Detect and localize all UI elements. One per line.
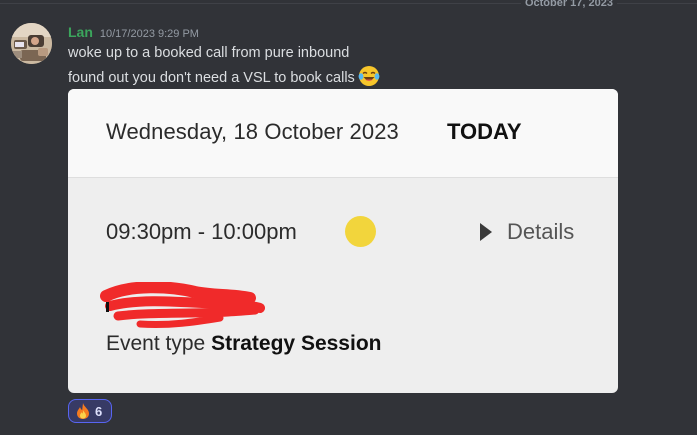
reaction-count: 6 bbox=[95, 403, 103, 419]
event-date: Wednesday, 18 October 2023 bbox=[106, 119, 399, 144]
fire-icon bbox=[77, 403, 89, 419]
play-icon bbox=[480, 223, 492, 241]
event-time-range: 09:30pm - 10:00pm bbox=[106, 219, 297, 244]
today-label: TODAY bbox=[447, 119, 522, 144]
message-text-line-2: found out you don't need a VSL to book c… bbox=[68, 65, 380, 88]
event-type-value: Strategy Session bbox=[211, 332, 382, 355]
date-divider-label: October 17, 2023 bbox=[520, 0, 617, 9]
message-text: found out you don't need a VSL to book c… bbox=[68, 70, 355, 86]
message-timestamp: 10/17/2023 9:29 PM bbox=[99, 28, 199, 40]
date-divider: October 17, 2023 bbox=[0, 0, 697, 9]
details-label: Details bbox=[507, 219, 575, 244]
event-date-header: Wednesday, 18 October 2023 TODAY bbox=[68, 89, 618, 178]
event-type: Event type Strategy Session bbox=[106, 332, 381, 356]
redaction-scribble bbox=[100, 282, 265, 329]
status-indicator bbox=[345, 216, 376, 247]
message-text-line: woke up to a booked call from pure inbou… bbox=[68, 45, 350, 61]
embedded-event-screenshot[interactable]: Wednesday, 18 October 2023 TODAY 09:30pm… bbox=[68, 89, 618, 393]
avatar[interactable] bbox=[11, 23, 52, 64]
event-type-label: Event type bbox=[106, 332, 206, 355]
message-header: Lan 10/17/2023 9:29 PM bbox=[68, 24, 199, 42]
chat-view: October 17, 2023 Lan 10/17/2023 9:29 PM … bbox=[0, 0, 697, 435]
laughing-emoji-icon bbox=[358, 66, 380, 86]
username[interactable]: Lan bbox=[68, 24, 93, 40]
fire-reaction-button[interactable]: 6 bbox=[68, 399, 112, 423]
details-toggle[interactable]: Details bbox=[480, 219, 574, 245]
avatar-image bbox=[11, 23, 52, 64]
